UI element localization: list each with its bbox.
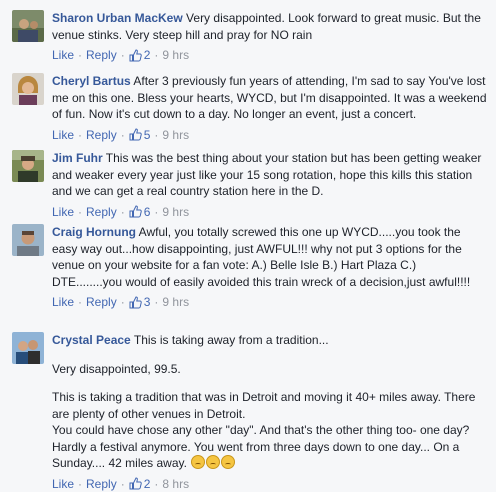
thumbs-up-icon xyxy=(129,205,142,218)
comment-author[interactable]: Jim Fuhr xyxy=(52,151,103,165)
like-count-badge[interactable]: 2 xyxy=(129,476,151,492)
comment-feed: Sharon Urban MacKew Very disappointed. L… xyxy=(0,0,496,492)
comment-timestamp[interactable]: 9 hrs xyxy=(162,47,189,63)
separator: · xyxy=(154,476,159,491)
separator: · xyxy=(120,204,125,219)
separator: · xyxy=(78,295,83,309)
thumbs-up-icon xyxy=(129,128,142,141)
avatar[interactable] xyxy=(12,332,44,364)
separator: · xyxy=(154,48,159,62)
comment-paragraph-container: This is taking a tradition that was in D… xyxy=(52,389,488,472)
thumbs-up-icon xyxy=(129,477,142,490)
like-button[interactable]: Like xyxy=(52,476,74,492)
reply-button[interactable]: Reply xyxy=(86,476,117,492)
sad-face-emoji xyxy=(191,455,206,469)
comment-author[interactable]: Cheryl Bartus xyxy=(52,74,131,88)
comment-actions: Like · Reply · 2 · 8 hrs xyxy=(52,476,488,492)
separator: · xyxy=(78,204,83,219)
comment-text: This is taking away from a tradition... xyxy=(133,333,329,347)
reply-button[interactable]: Reply xyxy=(86,47,117,63)
like-button[interactable]: Like xyxy=(52,127,74,143)
like-count-badge[interactable]: 6 xyxy=(129,204,151,220)
separator: · xyxy=(120,127,125,142)
comment-body: Crystal Peace This is taking away from a… xyxy=(52,332,488,492)
like-button[interactable]: Like xyxy=(52,204,74,220)
separator: · xyxy=(78,127,83,142)
sobbing-face-emoji xyxy=(221,455,236,469)
reply-button[interactable]: Reply xyxy=(86,127,117,143)
avatar[interactable] xyxy=(12,73,44,105)
separator: · xyxy=(78,476,83,491)
like-count: 6 xyxy=(143,204,151,219)
like-count: 3 xyxy=(143,295,151,309)
comment-paragraph: This is taking a tradition that was in D… xyxy=(52,390,476,470)
comment-paragraph: Very disappointed, 99.5. xyxy=(52,361,181,376)
like-count: 2 xyxy=(143,48,151,62)
comment-author[interactable]: Craig Hornung xyxy=(52,225,136,239)
comment-timestamp[interactable]: 9 hrs xyxy=(162,204,189,220)
separator: · xyxy=(120,476,125,491)
like-count-badge[interactable]: 3 xyxy=(129,294,151,310)
comment-author[interactable]: Sharon Urban MacKew xyxy=(52,11,183,25)
avatar[interactable] xyxy=(12,224,44,256)
like-button[interactable]: Like xyxy=(52,294,74,310)
thumbs-up-icon xyxy=(129,48,142,61)
thumbs-up-icon xyxy=(129,295,142,308)
comment-text: This was the best thing about your stati… xyxy=(52,151,485,198)
separator: · xyxy=(78,48,83,62)
avatar[interactable] xyxy=(12,150,44,182)
crying-face-emoji xyxy=(206,455,221,469)
comment-timestamp[interactable]: 9 hrs xyxy=(162,294,189,310)
separator: · xyxy=(154,127,159,142)
like-count-badge[interactable]: 2 xyxy=(129,47,151,63)
comment-actions: Like · Reply · 3 · 9 hrs xyxy=(52,294,488,310)
like-button[interactable]: Like xyxy=(52,47,74,63)
comment-author[interactable]: Crystal Peace xyxy=(52,333,131,347)
like-count: 5 xyxy=(143,127,151,142)
comment-body: Sharon Urban MacKew Very disappointed. L… xyxy=(52,10,488,63)
reply-button[interactable]: Reply xyxy=(86,204,117,220)
avatar[interactable] xyxy=(12,10,44,42)
comment-actions: Like · Reply · 5 · 9 hrs xyxy=(52,127,488,143)
like-count: 2 xyxy=(143,476,151,491)
comment-actions: Like · Reply · 6 · 9 hrs xyxy=(52,204,488,220)
separator: · xyxy=(154,204,159,219)
separator: · xyxy=(120,295,125,309)
separator: · xyxy=(154,295,159,309)
comment-body: Cheryl Bartus After 3 previously fun yea… xyxy=(52,73,488,143)
comment-timestamp[interactable]: 9 hrs xyxy=(162,127,189,143)
comment-body: Jim Fuhr This was the best thing about y… xyxy=(52,150,488,220)
comment-timestamp[interactable]: 8 hrs xyxy=(162,476,189,492)
comment-body: Craig Hornung Awful, you totally screwed… xyxy=(52,224,488,310)
like-count-badge[interactable]: 5 xyxy=(129,127,151,143)
reply-button[interactable]: Reply xyxy=(86,294,117,310)
separator: · xyxy=(120,48,125,62)
comment-actions: Like · Reply · 2 · 9 hrs xyxy=(52,47,488,63)
